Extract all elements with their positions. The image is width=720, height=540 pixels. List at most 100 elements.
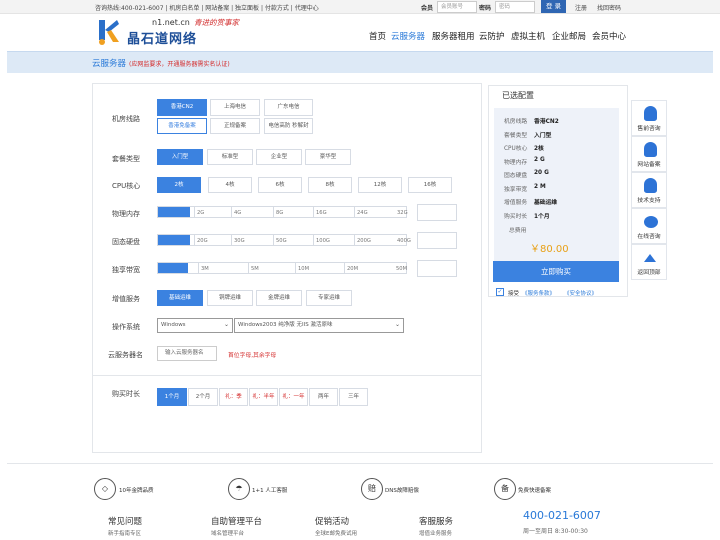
period-option-2m[interactable]: 2个月 bbox=[188, 388, 218, 406]
top-bar: 咨询热线:400-021-6007 | 机房白名单 | 网站备案 | 独立面板 … bbox=[0, 0, 720, 14]
cpu-option-4[interactable]: 4核 bbox=[208, 177, 252, 193]
register-link[interactable]: 注册 bbox=[575, 3, 587, 12]
feature-dns: DNS故障赔偿 bbox=[385, 488, 419, 494]
terms-link[interactable]: 《服务条款》 bbox=[522, 289, 555, 297]
period-option-3y[interactable]: 三年 bbox=[339, 388, 368, 406]
footer-faq-sub[interactable]: 新手指南专区 bbox=[108, 529, 141, 537]
member-label: 会员 bbox=[421, 5, 434, 12]
period-option-year[interactable]: 礼：一年 bbox=[279, 388, 308, 406]
summary-value: 2核 bbox=[534, 146, 544, 152]
os-select[interactable]: Windows ⌄ bbox=[157, 318, 233, 333]
nav-enterprise-mail[interactable]: 企业邮局 bbox=[552, 30, 586, 42]
safety-link[interactable]: 《安全协议》 bbox=[564, 289, 597, 297]
cpu-option-2[interactable]: 2核 bbox=[157, 177, 201, 193]
summary-value: 基础运维 bbox=[534, 200, 558, 206]
logo-slogan: 青进的赏事家 bbox=[194, 18, 239, 27]
compensation-icon: 赔 bbox=[361, 478, 383, 500]
side-online[interactable]: 在线咨询 bbox=[631, 208, 667, 244]
top-links[interactable]: 咨询热线:400-021-6007 | 机房白名单 | 网站备案 | 独立面板 … bbox=[95, 3, 319, 12]
room-option-anti-ddos[interactable]: 电信高防 秒解封 bbox=[264, 118, 313, 134]
banner-note: (应网监要求，开通服务器需实名认证) bbox=[129, 61, 230, 68]
umbrella-icon: ☂ bbox=[228, 478, 250, 500]
summary-value: 香港CN2 bbox=[534, 119, 559, 125]
member-input[interactable]: 会员账号 bbox=[437, 1, 477, 13]
room-label: 机房线路 bbox=[112, 115, 140, 123]
memory-tick: 24G bbox=[354, 207, 368, 217]
room-option-hk-cn2[interactable]: 香港CN2 bbox=[157, 99, 207, 116]
footer-service-sub[interactable]: 增值业务服务 bbox=[419, 529, 452, 537]
disk-value-input[interactable] bbox=[417, 232, 457, 249]
cpu-option-8[interactable]: 8核 bbox=[308, 177, 352, 193]
bandwidth-tick: 20M bbox=[344, 263, 358, 273]
memory-slider[interactable]: 2G 4G 8G 16G 24G 32G bbox=[157, 206, 408, 218]
cpu-option-16[interactable]: 16核 bbox=[408, 177, 452, 193]
period-option-2y[interactable]: 两年 bbox=[309, 388, 338, 406]
nav-member-center[interactable]: 会员中心 bbox=[592, 30, 626, 42]
site-logo[interactable]: n1.net.cn 青进的赏事家 晶石道网络 bbox=[97, 18, 247, 48]
server-name-input[interactable]: 输入云服务器名 bbox=[157, 346, 217, 361]
plan-option-entry[interactable]: 入门型 bbox=[157, 149, 203, 165]
side-top[interactable]: 返回顶部 bbox=[631, 244, 667, 280]
agree-checkbox[interactable]: ✓ bbox=[496, 288, 504, 296]
summary-list: 机房线路 香港CN2 套餐类型 入门型 CPU核心 2核 物理内存 2 G 固态硬盘 20 G 独享… bbox=[494, 108, 619, 262]
footer-faq-title[interactable]: 常见问题 bbox=[108, 515, 142, 527]
plan-option-luxury[interactable]: 豪华型 bbox=[305, 149, 351, 165]
room-option-record[interactable]: 正规备案 bbox=[210, 118, 260, 134]
memory-value-input[interactable] bbox=[417, 204, 457, 221]
room-option-guangdong[interactable]: 广东电信 bbox=[264, 99, 313, 116]
footer-promo-title[interactable]: 促销活动 bbox=[315, 515, 349, 527]
password-input[interactable]: 密码 bbox=[495, 1, 535, 13]
penguin-icon bbox=[644, 142, 657, 157]
total-label: 总费用 bbox=[509, 228, 527, 234]
cpu-option-6[interactable]: 6核 bbox=[258, 177, 302, 193]
plan-option-standard[interactable]: 标准型 bbox=[207, 149, 253, 165]
disk-tick: 30G bbox=[231, 235, 245, 245]
addon-option-basic[interactable]: 基础运维 bbox=[157, 290, 203, 306]
server-name-label: 云服务器名 bbox=[108, 351, 143, 359]
cpu-label: CPU核心 bbox=[112, 182, 141, 190]
disk-tick: 400G bbox=[397, 238, 411, 244]
os-version-select[interactable]: Windows2003 纯净版 无IIS 激活原味 ⌄ bbox=[234, 318, 404, 333]
addon-option-bronze[interactable]: 铜牌运维 bbox=[207, 290, 253, 306]
nav-home[interactable]: 首页 bbox=[369, 30, 386, 42]
nav-virtual-host[interactable]: 虚拟主机 bbox=[511, 30, 545, 42]
feature-record: 免费快速备案 bbox=[518, 488, 552, 494]
bandwidth-slider[interactable]: 1M 3M 5M 10M 20M 50M bbox=[157, 262, 407, 274]
footer-promo-sub[interactable]: 全球E邮免费试用 bbox=[315, 529, 357, 537]
os-select-value: Windows bbox=[161, 322, 186, 328]
footer-phone: 400-021-6007 bbox=[523, 509, 601, 522]
buy-now-button[interactable]: 立即购买 bbox=[493, 261, 619, 282]
forgot-password-link[interactable]: 找回密码 bbox=[597, 3, 621, 12]
chevron-down-icon: ⌄ bbox=[394, 321, 400, 328]
period-label: 购买时长 bbox=[112, 390, 140, 398]
summary-key: 机房线路 bbox=[504, 119, 528, 125]
chat-icon bbox=[644, 216, 658, 228]
nav-cloud-server[interactable]: 云服务器 bbox=[391, 30, 425, 42]
period-option-half-year[interactable]: 礼：半年 bbox=[249, 388, 278, 406]
bandwidth-tick: 50M bbox=[396, 266, 408, 272]
room-option-shanghai[interactable]: 上海电信 bbox=[210, 99, 260, 116]
footer-service-title[interactable]: 客服服务 bbox=[419, 515, 453, 527]
addon-option-expert[interactable]: 专家运维 bbox=[306, 290, 352, 306]
addon-option-gold[interactable]: 金牌运维 bbox=[256, 290, 302, 306]
footer-panel-title[interactable]: 自助管理平台 bbox=[211, 515, 262, 527]
plan-option-enterprise[interactable]: 企业型 bbox=[256, 149, 302, 165]
agree-label: 接受 bbox=[508, 291, 520, 297]
cpu-option-12[interactable]: 12核 bbox=[358, 177, 402, 193]
login-button[interactable]: 登 录 bbox=[541, 0, 566, 13]
period-option-quarter[interactable]: 礼：季 bbox=[219, 388, 248, 406]
disk-tick: 50G bbox=[273, 235, 287, 245]
bandwidth-value-input[interactable] bbox=[417, 260, 457, 277]
nav-server-rental[interactable]: 服务器租用 bbox=[432, 30, 475, 42]
period-option-1m[interactable]: 1个月 bbox=[157, 388, 187, 406]
summary-title: 已选配置 bbox=[502, 91, 534, 100]
room-option-no-record[interactable]: 香港免备案 bbox=[157, 118, 207, 134]
nav-cloud-protection[interactable]: 云防护 bbox=[479, 30, 505, 42]
summary-key: 固态硬盘 bbox=[504, 173, 528, 179]
side-support[interactable]: 技术支持 bbox=[631, 172, 667, 208]
side-record[interactable]: 网站备案 bbox=[631, 136, 667, 172]
summary-value: 1个月 bbox=[534, 213, 550, 220]
disk-slider[interactable]: 20G 30G 50G 100G 200G 400G bbox=[157, 234, 411, 246]
footer-panel-sub[interactable]: 域名管理平台 bbox=[211, 529, 244, 537]
side-presale[interactable]: 售前咨询 bbox=[631, 100, 667, 136]
